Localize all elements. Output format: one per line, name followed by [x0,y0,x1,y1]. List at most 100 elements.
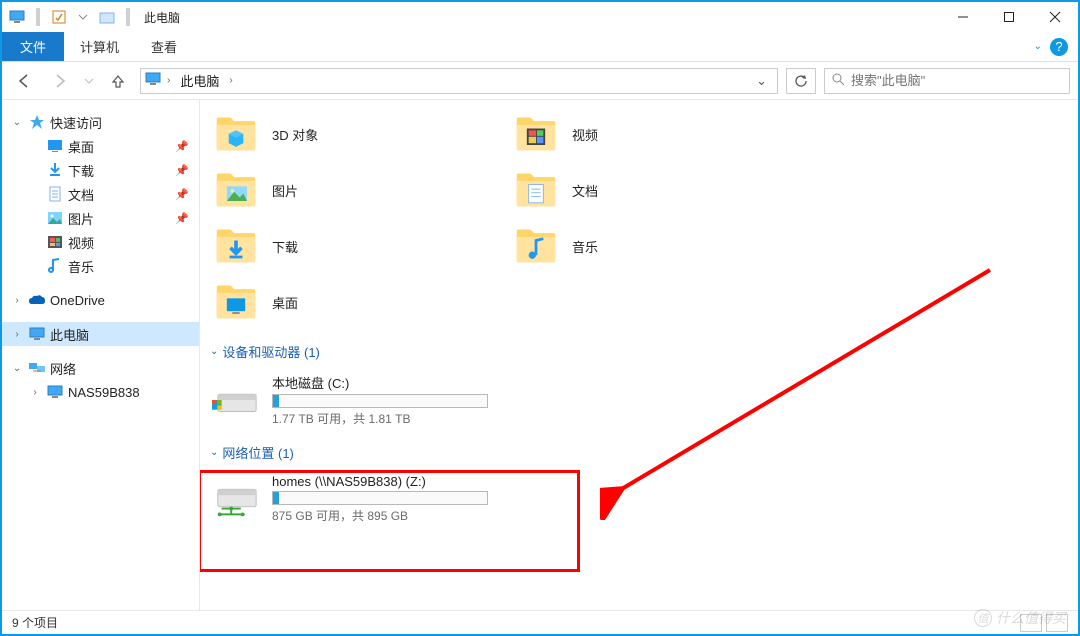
sidebar-item-label: 此电脑 [50,325,89,344]
address-bar[interactable]: › 此电脑 › ⌄ [140,68,778,94]
sidebar-item-label: OneDrive [50,293,105,308]
address-dropdown-icon[interactable]: ⌄ [750,73,773,89]
qat-dropdown-icon[interactable] [74,8,92,26]
refresh-button[interactable] [786,68,816,94]
expand-icon[interactable]: › [10,295,24,306]
sidebar-item-onedrive[interactable]: › OneDrive [2,288,199,312]
breadcrumb-chevron-icon[interactable]: › [229,75,232,86]
search-box[interactable] [824,68,1070,94]
drive-name: homes (\\NAS59B838) (Z:) [272,474,488,489]
navigation-row: › 此电脑 › ⌄ [2,62,1078,100]
breadcrumb-this-pc[interactable]: 此电脑 [176,71,223,90]
picture-icon [46,209,64,227]
forward-button[interactable] [46,67,74,95]
body: ⌄ 快速访问 桌面 📌 下载 📌 文档 📌 [2,100,1078,610]
music-icon [46,257,64,275]
folder-icon [512,222,560,270]
folder-item-desktop[interactable]: 桌面 [208,274,508,330]
sidebar-item-desktop[interactable]: 桌面 📌 [2,134,199,158]
recent-dropdown[interactable] [82,67,96,95]
collapse-icon[interactable]: ⌄ [210,447,218,458]
group-label: 设备和驱动器 (1) [222,342,320,361]
properties-qat-icon[interactable] [50,8,68,26]
item-count: 9 个项目 [12,614,58,631]
drive-usage-bar [272,394,488,408]
folder-item-documents[interactable]: 文档 [508,162,808,218]
sidebar-item-nas-host[interactable]: › NAS59B838 [2,380,199,404]
sidebar-item-quick-access[interactable]: ⌄ 快速访问 [2,110,199,134]
explorer-window: 此电脑 文件 计算机 查看 ⌄ ? [0,0,1080,636]
this-pc-icon [28,325,46,343]
sidebar-item-this-pc[interactable]: › 此电脑 [2,322,199,346]
content-pane: 3D 对象 视频 图片 文档 下 [200,100,1078,610]
pin-icon: 📌 [175,164,189,177]
document-icon [46,185,64,203]
drive-usage-bar [272,491,488,505]
group-header-network-locations[interactable]: ⌄ 网络位置 (1) [210,443,1070,462]
breadcrumb-chevron-icon[interactable]: › [167,75,170,86]
folder-item-music[interactable]: 音乐 [508,218,808,274]
sidebar-item-label: 网络 [50,359,76,378]
collapse-icon[interactable]: ⌄ [10,363,24,374]
collapse-icon[interactable]: ⌄ [10,117,24,128]
collapse-icon[interactable]: ⌄ [210,346,218,357]
expand-icon[interactable]: › [28,387,42,398]
sidebar-item-videos[interactable]: 视频 [2,230,199,254]
this-pc-icon [8,8,26,26]
expand-icon[interactable]: › [10,329,24,340]
sidebar-item-label: 音乐 [68,257,94,276]
sidebar-item-downloads[interactable]: 下载 📌 [2,158,199,182]
sidebar-item-pictures[interactable]: 图片 📌 [2,206,199,230]
folder-label: 音乐 [572,237,598,256]
sidebar-item-label: 桌面 [68,137,94,156]
folder-item-videos[interactable]: 视频 [508,106,808,162]
separator [126,8,130,26]
expand-ribbon-icon[interactable]: ⌄ [1034,41,1042,52]
ribbon-menu: 文件 计算机 查看 ⌄ ? [2,32,1078,62]
download-icon [46,161,64,179]
window-title: 此电脑 [144,9,180,26]
status-bar: 9 个项目 [2,610,1078,634]
video-icon [46,233,64,251]
folder-icon [212,166,260,214]
folder-label: 文档 [572,181,598,200]
sidebar-item-network[interactable]: ⌄ 网络 [2,356,199,380]
computer-tab[interactable]: 计算机 [64,32,135,61]
folder-icon [512,110,560,158]
search-icon [831,72,845,89]
this-pc-breadcrumb-icon [145,72,161,89]
file-tab[interactable]: 文件 [2,32,64,61]
search-input[interactable] [851,73,1063,88]
sidebar-item-label: 图片 [68,209,94,228]
view-tab[interactable]: 查看 [135,32,193,61]
sidebar-item-label: 快速访问 [50,113,102,132]
window-controls [940,2,1078,32]
drive-item-c[interactable]: 本地磁盘 (C:) 1.77 TB 可用，共 1.81 TB [208,369,1070,431]
pin-icon: 📌 [175,188,189,201]
back-button[interactable] [10,67,38,95]
sidebar-item-music[interactable]: 音乐 [2,254,199,278]
folder-item-pictures[interactable]: 图片 [208,162,508,218]
group-header-devices[interactable]: ⌄ 设备和驱动器 (1) [210,342,1070,361]
up-button[interactable] [104,67,132,95]
minimize-button[interactable] [940,2,986,32]
help-icon[interactable]: ? [1050,38,1068,56]
folder-label: 下载 [272,237,298,256]
close-button[interactable] [1032,2,1078,32]
drive-item-z[interactable]: homes (\\NAS59B838) (Z:) 875 GB 可用，共 895… [208,470,1070,528]
drive-status: 875 GB 可用，共 895 GB [272,507,488,524]
drive-name: 本地磁盘 (C:) [272,373,488,392]
drive-icon [212,380,260,420]
title-bar: 此电脑 [2,2,1078,32]
folder-item-downloads[interactable]: 下载 [208,218,508,274]
maximize-button[interactable] [986,2,1032,32]
star-icon [28,113,46,131]
folder-icon [212,278,260,326]
sidebar-item-label: 下载 [68,161,94,180]
new-folder-qat-icon[interactable] [98,8,116,26]
folder-label: 桌面 [272,293,298,312]
folder-label: 3D 对象 [272,125,318,144]
folder-item-3d-objects[interactable]: 3D 对象 [208,106,508,162]
sidebar-item-documents[interactable]: 文档 📌 [2,182,199,206]
onedrive-icon [28,291,46,309]
